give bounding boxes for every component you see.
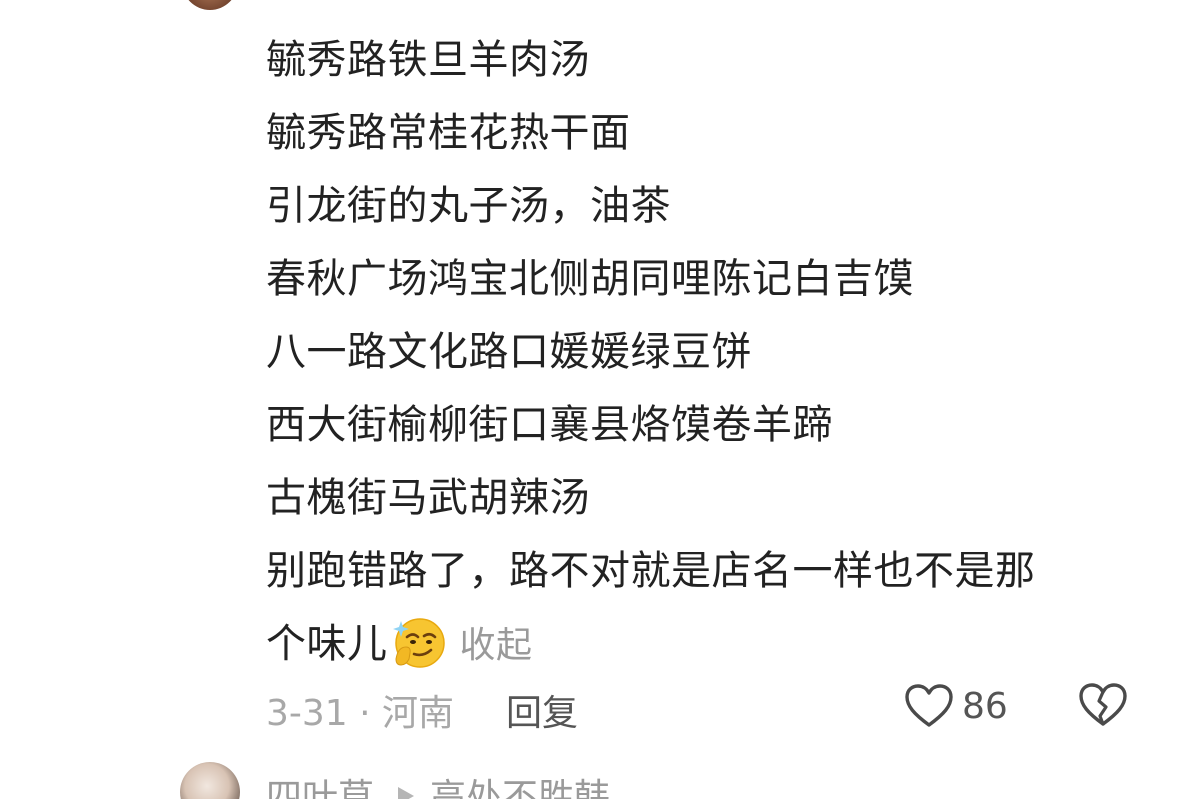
next-user-avatar[interactable] (180, 762, 240, 799)
comment-line: 西大街榆柳街口襄县烙馍卷羊蹄 (266, 402, 833, 448)
next-username[interactable]: 四叶草 (266, 777, 374, 799)
comment-meta-row: 3-31 · 河南 回复 86 (266, 680, 1146, 734)
heart-outline-icon (905, 684, 953, 727)
smirk-emoji-icon (392, 618, 445, 668)
comment-line-text: 个味儿 (266, 621, 388, 667)
comment-last-line: 个味儿 收起 (266, 608, 1146, 681)
comment-thread: 毓秀路铁旦羊肉汤 毓秀路常桂花热干面 引龙街的丸子汤，油茶 春秋广场鸿宝北侧胡同… (0, 0, 1179, 799)
next-comment-header: 四叶草 高处不胜韩 (266, 768, 610, 799)
triangle-right-icon (398, 787, 415, 799)
collapse-link[interactable]: 收起 (460, 625, 533, 666)
comment-line: 八一路文化路口媛媛绿豆饼 (266, 329, 752, 375)
comment-line: 春秋广场鸿宝北侧胡同哩陈记白吉馍 (266, 256, 914, 302)
comment-line: 引龙街的丸子汤，油茶 (266, 183, 671, 229)
comment-body: 毓秀路铁旦羊肉汤 毓秀路常桂花热干面 引龙街的丸子汤，油茶 春秋广场鸿宝北侧胡同… (266, 24, 1146, 681)
previous-user-avatar[interactable] (182, 0, 238, 10)
comment-line: 别跑错路了，路不对就是店名一样也不是那 (266, 548, 1036, 594)
comment-line: 毓秀路铁旦羊肉汤 (266, 37, 590, 83)
reply-button[interactable]: 回复 (506, 684, 578, 736)
like-button[interactable]: 86 (904, 680, 1008, 732)
comment-date-location: 3-31 · 河南 (266, 693, 455, 734)
reply-to-username[interactable]: 高处不胜韩 (430, 777, 610, 799)
like-count: 86 (962, 685, 1008, 727)
comment-line: 古槐街马武胡辣汤 (266, 475, 590, 521)
comment-line: 毓秀路常桂花热干面 (266, 110, 631, 156)
broken-heart-icon[interactable] (1078, 682, 1128, 728)
